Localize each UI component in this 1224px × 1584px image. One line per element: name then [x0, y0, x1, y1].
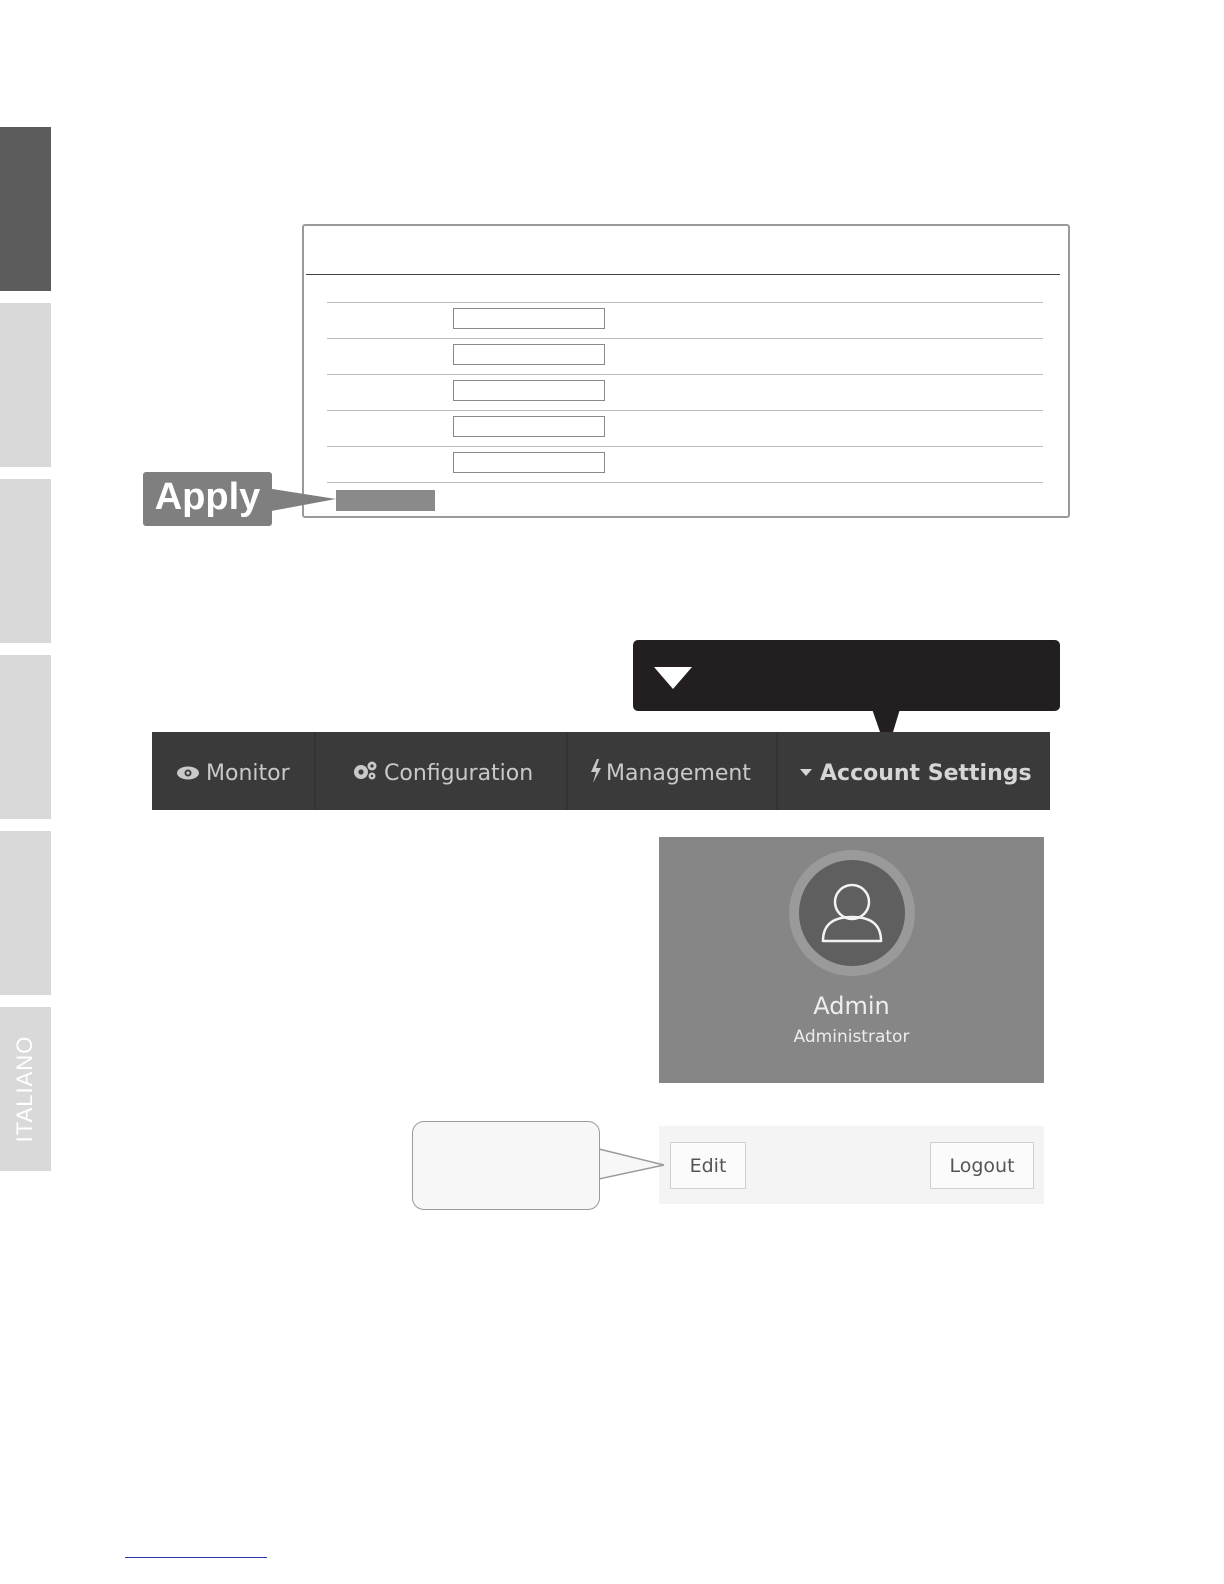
apply-callout-pointer [266, 488, 336, 512]
settings-form-panel [302, 224, 1070, 518]
row-divider [327, 374, 1043, 375]
apply-button[interactable] [336, 490, 435, 511]
avatar [799, 860, 905, 966]
bolt-icon [590, 732, 602, 816]
bubble-pointer [598, 1148, 665, 1180]
side-tab-3 [0, 479, 51, 643]
eye-icon [176, 732, 200, 816]
account-settings-callout [633, 640, 1060, 711]
caret-down-icon [800, 732, 812, 816]
panel-header-divider [306, 274, 1060, 275]
side-tab-4 [0, 655, 51, 819]
form-field-1[interactable] [453, 308, 605, 329]
nav-monitor[interactable]: Monitor [176, 732, 290, 810]
form-field-3[interactable] [453, 380, 605, 401]
nav-separator [776, 732, 778, 810]
row-divider [327, 338, 1043, 339]
nav-configuration[interactable]: Configuration [352, 732, 533, 810]
profile-role: Administrator [793, 1027, 910, 1047]
nav-configuration-label: Configuration [384, 761, 534, 786]
logout-button[interactable]: Logout [930, 1142, 1034, 1189]
gears-icon [352, 732, 378, 816]
nav-management[interactable]: Management [590, 732, 751, 810]
triangle-down-icon [654, 667, 692, 689]
apply-callout: Apply [143, 472, 272, 526]
side-tab-italiano: ITALIANO [0, 1007, 51, 1171]
nav-account-settings-label: Account Settings [820, 761, 1032, 786]
row-divider [327, 482, 1043, 483]
form-field-5[interactable] [453, 452, 605, 473]
nav-separator [566, 732, 568, 810]
side-tab-1 [0, 127, 51, 291]
form-field-4[interactable] [453, 416, 605, 437]
row-divider [327, 302, 1043, 303]
top-navbar: Monitor Configuration Management Account… [152, 732, 1050, 810]
edit-button[interactable]: Edit [670, 1142, 746, 1189]
footer-link-underline [125, 1557, 267, 1558]
user-icon [821, 883, 883, 943]
side-tab-5 [0, 831, 51, 995]
edit-callout-bubble [412, 1121, 600, 1210]
side-tab-2 [0, 303, 51, 467]
nav-management-label: Management [606, 761, 751, 786]
row-divider [327, 446, 1043, 447]
nav-monitor-label: Monitor [206, 761, 290, 786]
side-tab-label: ITALIANO [12, 1035, 37, 1143]
row-divider [327, 410, 1043, 411]
form-field-2[interactable] [453, 344, 605, 365]
nav-separator [314, 732, 316, 810]
nav-account-settings[interactable]: Account Settings [800, 732, 1032, 810]
profile-name: Admin [813, 992, 890, 1020]
